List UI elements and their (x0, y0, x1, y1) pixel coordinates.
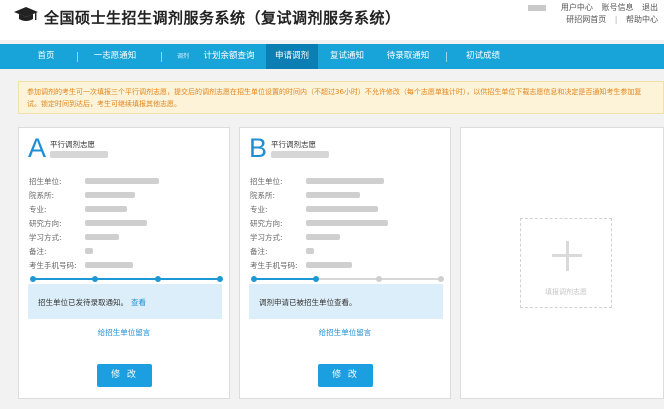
detail-value-redacted (306, 262, 352, 268)
nav-apply-adjustment[interactable]: 申请调剂 (266, 44, 318, 69)
add-choice-label: 填报调剂志愿 (545, 288, 587, 296)
detail-label: 招生单位: (250, 176, 283, 186)
nav-home[interactable]: 首页 (24, 44, 68, 69)
detail-value-redacted (306, 248, 314, 254)
nav-divider (446, 52, 447, 62)
choice-letter: B (249, 133, 268, 163)
progress-dot (217, 276, 223, 282)
view-link[interactable]: 查看 (131, 298, 146, 307)
detail-value-redacted (85, 206, 127, 212)
message-unit-link[interactable]: 给招生单位留言 (240, 327, 450, 338)
detail-value-redacted (85, 178, 159, 184)
choice-detail-list: 招生单位: 院系所: 专业: 研究方向: 学习方式: 备注: 考生手机号码: (250, 174, 446, 272)
detail-label: 学习方式: (250, 232, 283, 242)
plus-icon (552, 254, 582, 257)
detail-label: 研究方向: (29, 218, 62, 228)
detail-label: 备注: (29, 246, 47, 256)
detail-row: 考生手机号码: (250, 258, 446, 272)
nav-retest-notice[interactable]: 复试通知 (322, 44, 372, 69)
logout-link[interactable]: 退出 (642, 3, 658, 12)
detail-value-redacted (85, 262, 133, 268)
main-nav: 首页 一志愿通知 调剂 计划余额查询 申请调剂 复试通知 待录取通知 初试成绩 (0, 44, 664, 69)
detail-label: 研究方向: (250, 218, 283, 228)
yanzhao-home-link[interactable]: 研招网首页 (566, 15, 606, 24)
notice-banner: 参加调剂的考生可一次填报三个平行调剂志愿，提交后的调剂志愿在招生单位设置的时间内… (18, 81, 664, 114)
nav-admission-notice[interactable]: 待录取通知 (378, 44, 438, 69)
detail-label: 招生单位: (29, 176, 62, 186)
choice-type-label: 平行调剂志愿 (271, 140, 316, 149)
status-text: 调剂申请已被招生单位查看。 (259, 298, 357, 307)
detail-row: 学习方式: (250, 230, 446, 244)
detail-value-redacted (85, 220, 147, 226)
detail-label: 备注: (250, 246, 268, 256)
detail-row: 学习方式: (29, 230, 225, 244)
progress-dot (438, 276, 444, 282)
detail-value-redacted (85, 234, 119, 240)
detail-label: 考生手机号码: (29, 260, 77, 270)
progress-dot (155, 276, 161, 282)
nav-prefix-label: 调剂 (177, 53, 190, 60)
choice-subtitle-redacted (50, 151, 108, 158)
detail-row: 备注: (29, 244, 225, 258)
detail-value-redacted (306, 192, 360, 198)
choice-type-label: 平行调剂志愿 (50, 140, 95, 149)
add-choice-button[interactable]: 填报调剂志愿 (520, 218, 612, 308)
status-box: 调剂申请已被招生单位查看。 (249, 284, 443, 319)
detail-label: 考生手机号码: (250, 260, 298, 270)
detail-row: 研究方向: (250, 216, 446, 230)
choice-card-b: B 平行调剂志愿 招生单位: 院系所: 专业: 研究方向: 学习方式: 备注: … (239, 127, 451, 399)
progress-dot (30, 276, 36, 282)
detail-value-redacted (306, 234, 340, 240)
status-box: 招生单位已发待录取通知。 查看 (28, 284, 222, 319)
choice-card-a: A 平行调剂志愿 招生单位: 院系所: 专业: 研究方向: 学习方式: 备注: … (18, 127, 230, 399)
detail-value-redacted (85, 248, 93, 254)
link-divider: | (614, 15, 618, 24)
message-unit-link[interactable]: 给招生单位留言 (19, 327, 229, 338)
detail-row: 招生单位: (29, 174, 225, 188)
help-center-link[interactable]: 帮助中心 (626, 15, 658, 24)
user-menu: 用户中心 账号信息 退出 研招网首页 | 帮助中心 (522, 2, 658, 26)
detail-row: 考生手机号码: (29, 258, 225, 272)
graduation-cap-icon (14, 7, 38, 21)
nav-divider (161, 52, 162, 62)
detail-value-redacted (306, 178, 384, 184)
detail-label: 院系所: (250, 190, 276, 200)
progress-dot (92, 276, 98, 282)
choice-detail-list: 招生单位: 院系所: 专业: 研究方向: 学习方式: 备注: 考生手机号码: (29, 174, 225, 272)
detail-row: 院系所: (29, 188, 225, 202)
choice-subtitle-redacted (271, 151, 329, 158)
page-header: 全国硕士生招生调剂服务系统（复试调剂服务系统） 用户中心 账号信息 退出 研招网… (0, 0, 664, 40)
nav-divider (77, 52, 78, 62)
user-avatar (528, 4, 547, 11)
nav-initial-score[interactable]: 初试成绩 (458, 44, 508, 69)
detail-row: 招生单位: (250, 174, 446, 188)
detail-value-redacted (85, 192, 135, 198)
detail-row: 专业: (29, 202, 225, 216)
detail-row: 专业: (250, 202, 446, 216)
detail-value-redacted (306, 206, 378, 212)
nav-plan-balance[interactable]: 计划余额查询 (196, 44, 262, 69)
detail-label: 专业: (29, 204, 47, 214)
detail-label: 专业: (250, 204, 268, 214)
progress-dot (313, 276, 319, 282)
progress-dot (251, 276, 257, 282)
edit-button[interactable]: 修 改 (97, 364, 152, 387)
detail-row: 研究方向: (29, 216, 225, 230)
account-info-link[interactable]: 账号信息 (601, 3, 633, 12)
detail-value-redacted (306, 220, 388, 226)
progress-dot (376, 276, 382, 282)
user-center-link[interactable]: 用户中心 (561, 3, 593, 12)
detail-label: 学习方式: (29, 232, 62, 242)
site-title: 全国硕士生招生调剂服务系统（复试调剂服务系统） (44, 9, 401, 27)
add-choice-card: 填报调剂志愿 (460, 127, 664, 399)
status-text: 招生单位已发待录取通知。 (38, 298, 128, 307)
progress-fill (31, 278, 221, 280)
detail-row: 院系所: (250, 188, 446, 202)
progress-fill (252, 278, 315, 280)
detail-label: 院系所: (29, 190, 55, 200)
nav-first-choice[interactable]: 一志愿通知 (84, 44, 146, 69)
detail-row: 备注: (250, 244, 446, 258)
choice-letter: A (28, 133, 47, 163)
edit-button[interactable]: 修 改 (318, 364, 373, 387)
